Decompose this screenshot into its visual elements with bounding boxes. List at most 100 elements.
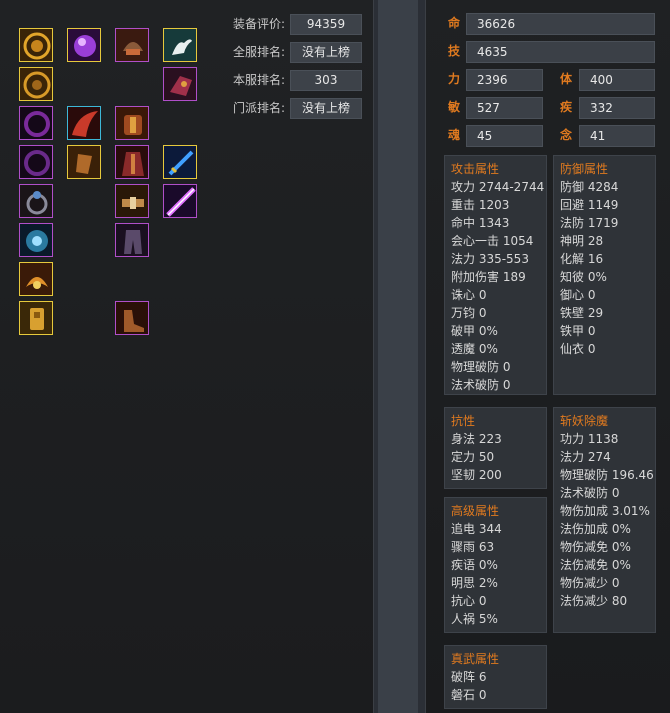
resist-title: 抗性 xyxy=(451,414,476,428)
rank-value-global: 没有上榜 xyxy=(290,42,362,63)
demon-line: 法伤减免 0% xyxy=(560,558,631,572)
attack-line: 破甲 0% xyxy=(451,324,498,338)
rank-label-sect: 门派排名: xyxy=(233,101,286,115)
gold-medallion-icon[interactable] xyxy=(19,67,53,101)
demon-line: 法力 274 xyxy=(560,450,611,464)
demon-line: 物伤减少 0 xyxy=(560,576,620,590)
rank-value-score: 94359 xyxy=(290,14,362,35)
demon-line: 物理破防 196.46 xyxy=(560,468,654,482)
defense-line: 铁壁 29 xyxy=(560,306,604,320)
demon-line: 功力 1138 xyxy=(560,432,619,446)
defense-line: 神明 28 xyxy=(560,234,604,248)
stat-key-ti: 体 xyxy=(560,72,573,86)
red-wings-icon[interactable] xyxy=(67,106,101,140)
stat-value-ji2: 332 xyxy=(579,97,655,119)
attack-line: 物理破防 0 xyxy=(451,360,511,374)
dark-ring-icon[interactable] xyxy=(19,106,53,140)
phoenix-icon[interactable] xyxy=(19,262,53,296)
defense-line: 法防 1719 xyxy=(560,216,619,230)
helmet-icon[interactable] xyxy=(115,28,149,62)
demon-line: 法伤加成 0% xyxy=(560,522,631,536)
advanced-line: 人祸 5% xyxy=(451,612,498,626)
pants-icon[interactable] xyxy=(115,223,149,257)
resist-line: 定力 50 xyxy=(451,450,495,464)
defense-line: 回避 1149 xyxy=(560,198,619,212)
advanced-attributes-box: 高级属性 追电 344 骤雨 63 疾语 0% 明思 2% 抗心 0 人祸 5% xyxy=(444,497,547,633)
attack-line: 重击 1203 xyxy=(451,198,510,212)
stat-value-ji: 4635 xyxy=(466,41,655,63)
demon-line: 法伤减少 80 xyxy=(560,594,628,608)
advanced-line: 骤雨 63 xyxy=(451,540,495,554)
bracer-icon[interactable] xyxy=(67,145,101,179)
advanced-title: 高级属性 xyxy=(451,504,500,518)
ring-gem-icon[interactable] xyxy=(19,184,53,218)
stat-key-nian: 念 xyxy=(560,128,573,142)
stat-key-ming: 命 xyxy=(448,16,461,30)
stat-key-hun: 魂 xyxy=(448,128,461,142)
martial-title: 真武属性 xyxy=(451,652,500,666)
rank-label-score: 装备评价: xyxy=(233,17,286,31)
defense-line: 化解 16 xyxy=(560,252,604,266)
advanced-line: 追电 344 xyxy=(451,522,502,536)
panel-divider xyxy=(378,0,418,713)
rank-value-sect: 没有上榜 xyxy=(290,98,362,119)
attributes-panel: 命 36626 技 4635 力 2396 体 400 敏 527 疾 332 … xyxy=(425,0,670,713)
attack-line: 透魔 0% xyxy=(451,342,498,356)
resist-line: 坚韧 200 xyxy=(451,468,502,482)
purple-orb-icon[interactable] xyxy=(67,28,101,62)
attack-line: 法力 335-553 xyxy=(451,252,529,266)
resist-line: 身法 223 xyxy=(451,432,502,446)
stat-value-min: 527 xyxy=(466,97,543,119)
advanced-line: 明思 2% xyxy=(451,576,498,590)
stat-value-hun: 45 xyxy=(466,125,543,147)
attack-line: 法术破防 0 xyxy=(451,378,511,392)
defense-line: 防御 4284 xyxy=(560,180,619,194)
rank-label-global: 全服排名: xyxy=(233,45,286,59)
stat-key-li: 力 xyxy=(448,72,461,86)
sword-icon[interactable] xyxy=(163,145,197,179)
attack-line: 命中 1343 xyxy=(451,216,510,230)
demon-line: 物伤加成 3.01% xyxy=(560,504,650,518)
demon-title: 斩妖除魔 xyxy=(560,414,609,428)
martial-attributes-box: 真武属性 破阵 6 磐石 0 xyxy=(444,645,547,709)
attack-line: 攻力 2744-2744 xyxy=(451,180,545,194)
shoes-icon[interactable] xyxy=(115,301,149,335)
attack-attributes-box: 攻击属性 攻力 2744-2744 重击 1203 命中 1343 会心一击 1… xyxy=(444,155,547,395)
defense-line: 知彼 0% xyxy=(560,270,607,284)
attack-line: 万钧 0 xyxy=(451,306,487,320)
robe-icon[interactable] xyxy=(115,145,149,179)
martial-line: 磐石 0 xyxy=(451,688,487,702)
golden-idol-icon[interactable] xyxy=(19,301,53,335)
white-crane-icon[interactable] xyxy=(163,28,197,62)
dark-ring-2-icon[interactable] xyxy=(19,145,53,179)
stat-value-ti: 400 xyxy=(579,69,655,91)
defense-line: 仙衣 0 xyxy=(560,342,596,356)
demon-line: 法术破防 0 xyxy=(560,486,620,500)
advanced-line: 疾语 0% xyxy=(451,558,498,572)
demon-attributes-box: 斩妖除魔 功力 1138 法力 274 物理破防 196.46 法术破防 0 物… xyxy=(553,407,656,633)
stat-key-ji: 技 xyxy=(448,44,461,58)
stat-key-ji2: 疾 xyxy=(560,100,573,114)
stat-key-min: 敏 xyxy=(448,100,461,114)
martial-line: 破阵 6 xyxy=(451,670,487,684)
stat-value-li: 2396 xyxy=(466,69,543,91)
attack-line: 诛心 0 xyxy=(451,288,487,302)
resist-attributes-box: 抗性 身法 223 定力 50 坚韧 200 xyxy=(444,407,547,489)
defense-attributes-box: 防御属性 防御 4284 回避 1149 法防 1719 神明 28 化解 16… xyxy=(553,155,656,395)
gold-amulet-icon[interactable] xyxy=(19,28,53,62)
defense-line: 铁甲 0 xyxy=(560,324,596,338)
stat-value-nian: 41 xyxy=(579,125,655,147)
equipment-panel: 装备评价: 94359 全服排名: 没有上榜 本服排名: 303 门派排名: 没… xyxy=(0,0,374,713)
rank-value-server: 303 xyxy=(290,70,362,91)
stat-value-ming: 36626 xyxy=(466,13,655,35)
attack-line: 附加伤害 189 xyxy=(451,270,526,284)
belt-icon[interactable] xyxy=(115,184,149,218)
attack-title: 攻击属性 xyxy=(451,162,500,176)
advanced-line: 抗心 0 xyxy=(451,594,487,608)
purple-blade-icon[interactable] xyxy=(163,184,197,218)
boots-icon[interactable] xyxy=(163,67,197,101)
defense-line: 御心 0 xyxy=(560,288,596,302)
chest-armor-icon[interactable] xyxy=(115,106,149,140)
defense-title: 防御属性 xyxy=(560,162,609,176)
blue-ring-icon[interactable] xyxy=(19,223,53,257)
